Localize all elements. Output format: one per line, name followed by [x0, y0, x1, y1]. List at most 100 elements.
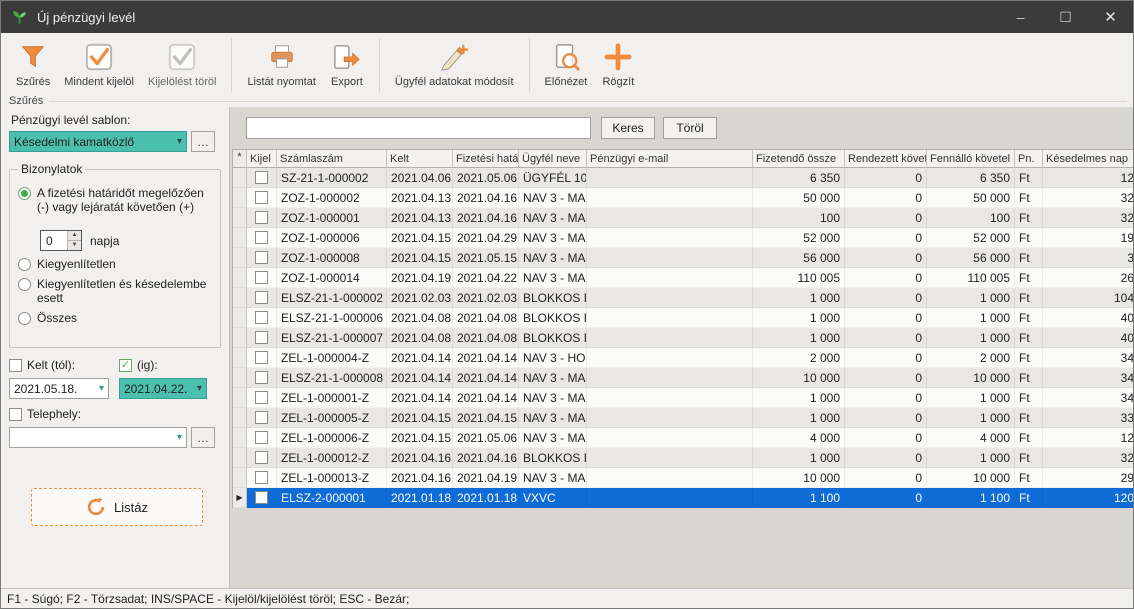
row-marker [233, 308, 247, 328]
cell: 56 000 [927, 248, 1015, 268]
days-spinner[interactable]: 0 ▲ ▼ [40, 230, 82, 251]
table-row[interactable]: SZ-21-1-0000022021.04.062021.05.06ÜGYFÉL… [233, 168, 1134, 188]
column-header[interactable]: Számlaszám [277, 150, 387, 168]
row-checkbox[interactable] [255, 231, 268, 244]
record-button[interactable]: Rögzít [594, 38, 642, 90]
row-checkbox[interactable] [255, 271, 268, 284]
cell: 2021.04.19 [453, 468, 519, 488]
row-checkbox[interactable] [255, 391, 268, 404]
minimize-button[interactable]: – [998, 1, 1043, 33]
clear-search-button[interactable]: Töröl [663, 117, 717, 139]
table-row[interactable]: ELSZ-21-1-0000062021.04.082021.04.08BLOK… [233, 308, 1134, 328]
table-row[interactable]: ZOZ-1-0000082021.04.152021.05.15NAV 3 - … [233, 248, 1134, 268]
cell [587, 188, 753, 208]
cell: BLOKKOS ELA [519, 328, 587, 348]
maximize-button[interactable]: ☐ [1043, 1, 1088, 33]
radio-option-unsettled-overdue[interactable]: Kiegyenlítetlen és késedelembe esett [18, 277, 212, 305]
row-checkbox[interactable] [255, 191, 268, 204]
preview-button[interactable]: Előnézet [538, 38, 595, 90]
table-row[interactable]: ZOZ-1-0000012021.04.132021.04.16NAV 3 - … [233, 208, 1134, 228]
column-header[interactable]: Kelt [387, 150, 453, 168]
export-button[interactable]: Export [323, 38, 371, 90]
table-row[interactable]: ZEL-1-000013-Z2021.04.162021.04.19NAV 3 … [233, 468, 1134, 488]
row-checkbox[interactable] [255, 471, 268, 484]
print-list-button[interactable]: Listát nyomtat [240, 38, 322, 90]
spinner-down-icon[interactable]: ▼ [68, 241, 81, 250]
row-checkbox[interactable] [255, 171, 268, 184]
cell: Ft [1015, 268, 1043, 288]
table-row[interactable]: ZEL-1-000012-Z2021.04.162021.04.16BLOKKO… [233, 448, 1134, 468]
row-marker [233, 248, 247, 268]
modify-customer-button[interactable]: Ügyfél adatokat módosít [388, 38, 521, 90]
printer-icon [265, 40, 299, 74]
table-row[interactable]: ZOZ-1-0000062021.04.152021.04.29NAV 3 - … [233, 228, 1134, 248]
table-row[interactable]: ELSZ-21-1-0000022021.02.032021.02.03BLOK… [233, 288, 1134, 308]
row-checkbox[interactable] [255, 371, 268, 384]
clear-selection-button[interactable]: Kijelölést töröl [141, 38, 223, 90]
column-header[interactable]: Fizetési hatá [453, 150, 519, 168]
search-button[interactable]: Keres [601, 117, 655, 139]
select-all-button[interactable]: Mindent kijelöl [57, 38, 141, 90]
column-header[interactable]: Pénzügyi e-mail [587, 150, 753, 168]
radio-option-deadline[interactable]: A fizetési határidőt megelőzően (-) vagy… [18, 186, 212, 214]
cell: 34 [1043, 348, 1134, 368]
row-checkbox[interactable] [255, 311, 268, 324]
template-combobox[interactable]: Késedelmi kamatközlő ▾ [9, 131, 187, 152]
table-row[interactable]: ZEL-1-000004-Z2021.04.142021.04.14NAV 3 … [233, 348, 1134, 368]
column-header[interactable]: Ügyfél neve [519, 150, 587, 168]
row-checkbox[interactable] [255, 491, 268, 504]
row-checkbox[interactable] [255, 451, 268, 464]
toolbar: Szűrés Mindent kijelöl Kijelölést töröl [1, 33, 1133, 95]
cell: 2021.05.15 [453, 248, 519, 268]
list-button[interactable]: Listáz [31, 488, 203, 526]
table-row[interactable]: ZEL-1-000006-Z2021.04.152021.05.06NAV 3 … [233, 428, 1134, 448]
radio-option-unsettled[interactable]: Kiegyenlítetlen [18, 257, 212, 271]
cell: 2021.04.16 [387, 448, 453, 468]
column-header[interactable]: Pn. [1015, 150, 1043, 168]
table-row[interactable]: ELSZ-21-1-0000082021.04.142021.04.14NAV … [233, 368, 1134, 388]
grid-header: *KijelSzámlaszámKeltFizetési hatáÜgyfél … [232, 149, 1134, 168]
row-marker [233, 208, 247, 228]
date-to-combobox[interactable]: 2021.04.22. ▾ [119, 378, 207, 399]
column-header[interactable]: Fennálló követel [927, 150, 1015, 168]
cell: 52 000 [753, 228, 845, 248]
table-row[interactable]: ZOZ-1-0000142021.04.192021.04.22NAV 3 - … [233, 268, 1134, 288]
column-header[interactable]: Kijel [247, 150, 277, 168]
row-checkbox[interactable] [255, 431, 268, 444]
table-row[interactable]: ZOZ-1-0000022021.04.132021.04.16NAV 3 - … [233, 188, 1134, 208]
row-checkbox[interactable] [255, 291, 268, 304]
radio-option-all[interactable]: Összes [18, 311, 212, 325]
cell: Ft [1015, 428, 1043, 448]
cell: Ft [1015, 408, 1043, 428]
date-to-checkbox[interactable]: ✓ (ig): [119, 358, 158, 372]
cell: Ft [1015, 248, 1043, 268]
column-header[interactable]: Késedelmes nap [1043, 150, 1134, 168]
row-checkbox[interactable] [255, 411, 268, 424]
row-checkbox[interactable] [255, 211, 268, 224]
search-input[interactable] [246, 117, 591, 139]
filter-button[interactable]: Szűrés [9, 38, 57, 90]
cell: ELSZ-21-1-000008 [277, 368, 387, 388]
spinner-up-icon[interactable]: ▲ [68, 231, 81, 241]
row-marker [233, 428, 247, 448]
table-row[interactable]: ZEL-1-000001-Z2021.04.142021.04.14NAV 3 … [233, 388, 1134, 408]
cell [587, 308, 753, 328]
cell: 0 [845, 208, 927, 228]
column-header[interactable]: Rendezett követ [845, 150, 927, 168]
table-row[interactable]: ELSZ-21-1-0000072021.04.082021.04.08BLOK… [233, 328, 1134, 348]
site-checkbox[interactable]: Telephely: [9, 407, 81, 421]
template-browse-button[interactable]: … [191, 131, 215, 152]
date-from-checkbox[interactable]: Kelt (tól): [9, 358, 119, 372]
row-checkbox[interactable] [255, 351, 268, 364]
table-row[interactable]: ZEL-1-000005-Z2021.04.152021.04.15NAV 3 … [233, 408, 1134, 428]
date-from-combobox[interactable]: 2021.05.18. ▾ [9, 378, 109, 399]
cell [587, 408, 753, 428]
column-header[interactable]: Fizetendő össze [753, 150, 845, 168]
site-browse-button[interactable]: … [191, 427, 215, 448]
close-button[interactable]: ✕ [1088, 1, 1133, 33]
site-combobox[interactable]: ▾ [9, 427, 187, 448]
row-checkbox[interactable] [255, 331, 268, 344]
row-checkbox[interactable] [255, 251, 268, 264]
cell: 50 000 [927, 188, 1015, 208]
table-row[interactable]: ▶ELSZ-2-0000012021.01.182021.01.18VXVC1 … [233, 488, 1134, 508]
